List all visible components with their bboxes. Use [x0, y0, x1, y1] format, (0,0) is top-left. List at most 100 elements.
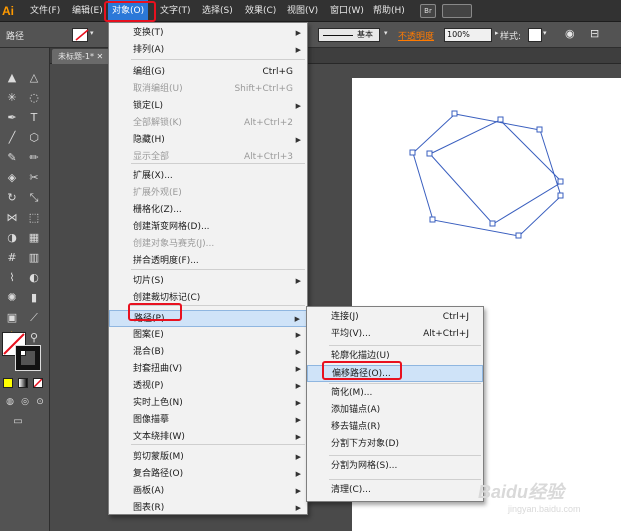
- object-menu-item-19[interactable]: 封套扭曲(V) ▶: [109, 361, 307, 378]
- perspective-grid-icon[interactable]: ▦: [26, 230, 42, 246]
- bridge-icon[interactable]: Br: [420, 4, 436, 18]
- object-menu-item-5[interactable]: 全部解锁(K) Alt+Ctrl+2: [109, 115, 307, 132]
- object-menu-item-15[interactable]: 创建裁切标记(C): [109, 290, 307, 307]
- object-menu-item-24[interactable]: 剪切蒙版(M) ▶: [109, 449, 307, 466]
- selection-tool-icon[interactable]: ▲: [4, 70, 20, 86]
- close-tab-icon[interactable]: ✕: [97, 52, 104, 61]
- object-menu-item-6[interactable]: 隐藏(H) ▶: [109, 132, 307, 149]
- draw-behind-icon[interactable]: ◎: [17, 394, 33, 410]
- menu-file[interactable]: 文件(F): [30, 0, 60, 22]
- opacity-label[interactable]: 不透明度: [398, 29, 434, 42]
- artboard-tool-icon[interactable]: ▣: [4, 310, 20, 326]
- menu-effect[interactable]: 效果(C): [245, 0, 276, 22]
- zoom-tool-icon[interactable]: ⚲: [26, 330, 42, 346]
- menu-select[interactable]: 选择(S): [202, 0, 233, 22]
- eyedropper-icon[interactable]: ⌇: [4, 270, 20, 286]
- object-menu-item-9[interactable]: 扩展外观(E): [109, 185, 307, 202]
- path-submenu-item-1[interactable]: 平均(V)... Alt+Ctrl+J: [307, 326, 483, 343]
- pencil-tool-icon[interactable]: ✏: [26, 150, 42, 166]
- object-menu-item-23[interactable]: 文本绕排(W) ▶: [109, 429, 307, 446]
- object-menu-item-2[interactable]: 编组(G) Ctrl+G: [109, 64, 307, 81]
- object-menu-item-21[interactable]: 实时上色(N) ▶: [109, 395, 307, 412]
- magic-wand-icon[interactable]: ✳: [4, 90, 20, 106]
- polygon-tool-icon[interactable]: ⬡: [26, 130, 42, 146]
- symbol-sprayer-icon[interactable]: ✺: [4, 290, 20, 306]
- style-dropdown-icon[interactable]: ▾: [543, 29, 547, 37]
- object-menu-item-12[interactable]: 创建对象马赛克(J)...: [109, 236, 307, 253]
- object-menu-item-14[interactable]: 切片(S) ▶: [109, 273, 307, 290]
- path-submenu-item-2[interactable]: 轮廓化描边(U): [307, 348, 483, 365]
- object-menu-item-4[interactable]: 锁定(L) ▶: [109, 98, 307, 115]
- shape-builder-icon[interactable]: ◑: [4, 230, 20, 246]
- color-mode-button[interactable]: [3, 378, 13, 388]
- object-menu-item-17[interactable]: 图案(E) ▶: [109, 327, 307, 344]
- width-tool-icon[interactable]: ⋈: [4, 210, 20, 226]
- blend-tool-icon[interactable]: ◐: [26, 270, 42, 286]
- align-icon[interactable]: ⊟: [590, 27, 599, 40]
- mesh-tool-icon[interactable]: #: [4, 250, 20, 266]
- menu-edit[interactable]: 编辑(E): [72, 0, 103, 22]
- object-menu-item-11[interactable]: 创建渐变网格(D)...: [109, 219, 307, 236]
- menu-object[interactable]: 对象(O): [108, 0, 149, 22]
- path-submenu-item-0[interactable]: 连接(J) Ctrl+J: [307, 309, 483, 326]
- scale-tool-icon[interactable]: ⤡: [26, 190, 42, 206]
- gradient-tool-icon[interactable]: ▥: [26, 250, 42, 266]
- screen-mode-icon[interactable]: ▭: [10, 414, 26, 430]
- type-tool-icon[interactable]: T: [26, 110, 42, 126]
- lasso-tool-icon[interactable]: ◌: [26, 90, 42, 106]
- object-menu-item-18[interactable]: 混合(B) ▶: [109, 344, 307, 361]
- stroke-profile-select[interactable]: 基本: [318, 28, 380, 42]
- menu-view[interactable]: 视图(V): [287, 0, 318, 22]
- blob-brush-icon[interactable]: ◈: [4, 170, 20, 186]
- none-mode-button[interactable]: [33, 378, 43, 388]
- object-menu-item-8[interactable]: 扩展(X)...: [109, 168, 307, 185]
- object-menu-item-26[interactable]: 画板(A) ▶: [109, 483, 307, 500]
- object-menu-item-3[interactable]: 取消编组(U) Shift+Ctrl+G: [109, 81, 307, 98]
- document-tab[interactable]: 未标题-1* ✕: [52, 49, 110, 64]
- path-submenu-item-6[interactable]: 移去锚点(R): [307, 419, 483, 436]
- path-submenu-item-4[interactable]: 简化(M)...: [307, 385, 483, 402]
- stroke-color-box[interactable]: [15, 345, 41, 371]
- submenu-arrow-icon: ▶: [294, 315, 300, 323]
- arrange-documents-icon[interactable]: [442, 4, 472, 18]
- menu-window[interactable]: 窗口(W): [330, 0, 364, 22]
- menu-help[interactable]: 帮助(H): [373, 0, 405, 22]
- fill-swatch[interactable]: [72, 28, 89, 42]
- scissors-tool-icon[interactable]: ✂: [26, 170, 42, 186]
- fill-dropdown-icon[interactable]: ▾: [90, 29, 94, 37]
- draw-normal-icon[interactable]: ◍: [2, 394, 18, 410]
- object-menu-item-27[interactable]: 图表(R) ▶: [109, 500, 307, 517]
- object-menu-item-0[interactable]: 变换(T) ▶: [109, 25, 307, 42]
- slice-tool-icon[interactable]: ⟋: [26, 310, 42, 326]
- direct-selection-tool-icon[interactable]: △: [26, 70, 42, 86]
- path-submenu-item-3[interactable]: 偏移路径(O)...: [307, 365, 483, 382]
- opacity-dropdown-icon[interactable]: ▸: [495, 29, 499, 37]
- object-menu-item-13[interactable]: 拼合透明度(F)...: [109, 253, 307, 270]
- opacity-input[interactable]: 100%: [444, 28, 492, 42]
- free-transform-icon[interactable]: ⬚: [26, 210, 42, 226]
- rotate-tool-icon[interactable]: ↻: [4, 190, 20, 206]
- path-submenu-item-5[interactable]: 添加锚点(A): [307, 402, 483, 419]
- menu-type[interactable]: 文字(T): [160, 0, 191, 22]
- gradient-mode-button[interactable]: [18, 378, 28, 388]
- path-submenu-item-7[interactable]: 分割下方对象(D): [307, 436, 483, 453]
- object-menu-item-20[interactable]: 透视(P) ▶: [109, 378, 307, 395]
- draw-inside-icon[interactable]: ⊙: [32, 394, 48, 410]
- object-menu-item-25[interactable]: 复合路径(O) ▶: [109, 466, 307, 483]
- stroke-dropdown-icon[interactable]: ▾: [384, 29, 388, 37]
- graphic-style-swatch[interactable]: [528, 28, 542, 42]
- object-menu-item-7[interactable]: 显示全部 Alt+Ctrl+3: [109, 149, 307, 166]
- menu-item-label: 扩展外观(E): [133, 188, 182, 198]
- submenu-arrow-icon: ▶: [295, 136, 301, 144]
- pen-tool-icon[interactable]: ✒: [4, 110, 20, 126]
- paintbrush-icon[interactable]: ✎: [4, 150, 20, 166]
- line-tool-icon[interactable]: ╱: [4, 130, 20, 146]
- recolor-icon[interactable]: ◉: [565, 27, 575, 40]
- object-menu-item-16[interactable]: 路径(P) ▶: [109, 310, 307, 327]
- path-submenu-item-8[interactable]: 分割为网格(S)...: [307, 458, 483, 475]
- graph-tool-icon[interactable]: ▮: [26, 290, 42, 306]
- object-menu-item-22[interactable]: 图像描摹 ▶: [109, 412, 307, 429]
- object-menu-item-1[interactable]: 排列(A) ▶: [109, 42, 307, 59]
- object-menu-item-10[interactable]: 栅格化(Z)...: [109, 202, 307, 219]
- path-submenu-item-9[interactable]: 清理(C)...: [307, 482, 483, 499]
